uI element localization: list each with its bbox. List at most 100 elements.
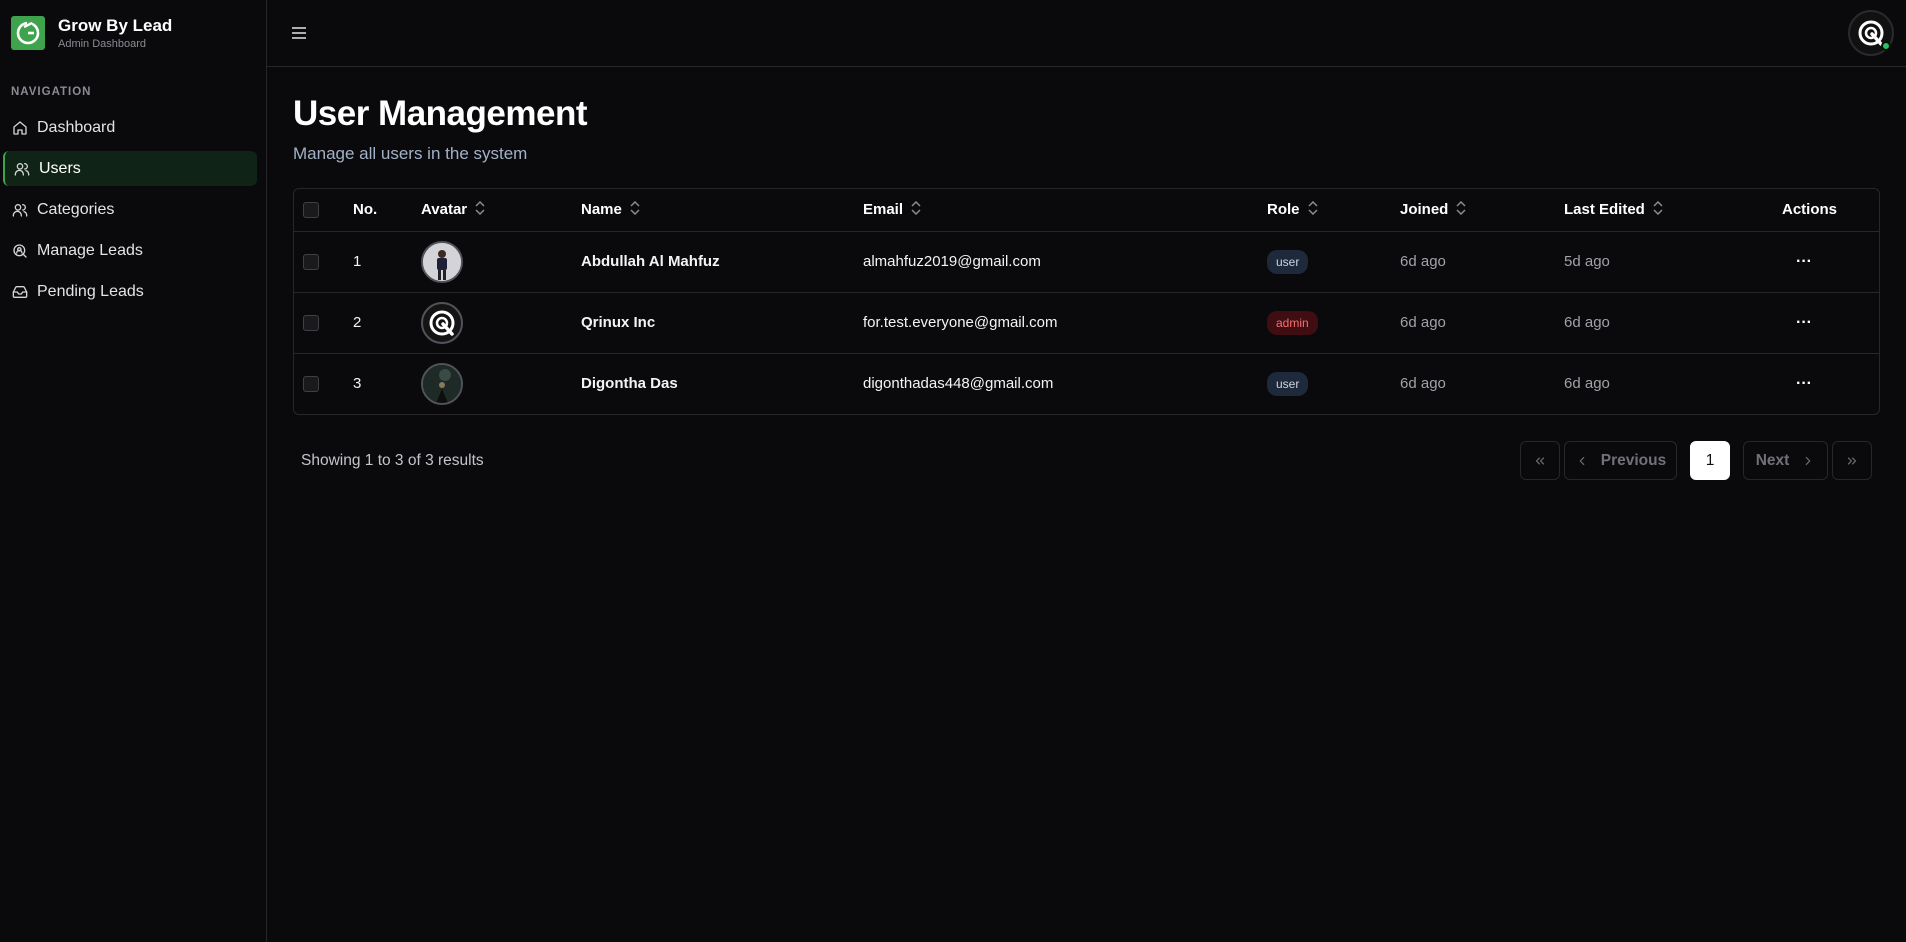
- hamburger-icon[interactable]: [289, 23, 309, 43]
- topbar: [267, 0, 1906, 67]
- table-row: 3 Digontha Das digonthadas448@gmail.com …: [294, 353, 1879, 414]
- person-photo-icon: [423, 364, 461, 403]
- column-header-label: Joined: [1400, 200, 1449, 218]
- users-icon: [14, 162, 30, 176]
- row-checkbox[interactable]: [303, 376, 319, 393]
- column-header-role[interactable]: Role: [1267, 189, 1400, 232]
- grow-by-lead-logo-icon: [11, 16, 45, 50]
- user-avatar: [421, 301, 463, 344]
- online-status-dot: [1881, 41, 1891, 51]
- previous-label: Previous: [1600, 451, 1667, 469]
- users-icon: [12, 203, 28, 217]
- role-badge: user: [1267, 371, 1309, 396]
- chevrons-right-icon: [1847, 457, 1857, 464]
- column-header-label: Role: [1267, 200, 1300, 218]
- last-edited-date: 6d ago: [1564, 375, 1610, 393]
- brand-subtitle: Admin Dashboard: [58, 37, 147, 50]
- sidebar-item-pending-leads[interactable]: Pending Leads: [3, 274, 257, 309]
- row-checkbox[interactable]: [303, 254, 319, 271]
- last-edited-date: 5d ago: [1564, 231, 1782, 293]
- column-header-joined[interactable]: Joined: [1400, 189, 1564, 232]
- page-number: 1: [1705, 451, 1715, 469]
- role-badge: admin: [1267, 310, 1318, 335]
- users-table: No. Avatar Name Email Role Joined Last E…: [294, 189, 1879, 414]
- users-table-container: No. Avatar Name Email Role Joined Last E…: [293, 188, 1880, 415]
- first-page-button[interactable]: [1520, 441, 1560, 480]
- sort-icon[interactable]: [1653, 200, 1663, 219]
- sidebar-item-users[interactable]: Users: [3, 151, 257, 186]
- search-user-icon: [13, 243, 27, 258]
- column-header-name[interactable]: Name: [581, 189, 863, 232]
- more-horizontal-icon[interactable]: ···: [1796, 314, 1812, 332]
- inbox-icon: [12, 285, 28, 298]
- qrinux-logo-icon: [429, 310, 455, 336]
- row-number: 2: [353, 292, 421, 354]
- table-row: 2 Qrinux Inc for.test.everyone@gmail.com: [294, 292, 1879, 354]
- brand-title: Grow By Lead: [58, 15, 173, 35]
- sidebar: Grow By Lead Admin Dashboard NAVIGATION …: [0, 0, 267, 942]
- column-header-last-edited[interactable]: Last Edited: [1564, 189, 1782, 232]
- sidebar-item-label: Pending Leads: [37, 282, 144, 300]
- page-content: User Management Manage all users in the …: [267, 67, 1906, 480]
- table-row: 1 Abdullah Al Mahfuz almahfuz2019@gmail.…: [294, 231, 1879, 293]
- role-badge: user: [1267, 249, 1309, 274]
- row-number: 3: [353, 375, 362, 393]
- column-header-actions: Actions: [1782, 189, 1879, 232]
- sidebar-item-label: Users: [39, 159, 81, 177]
- user-email: for.test.everyone@gmail.com: [863, 292, 1267, 354]
- sidebar-item-manage-leads[interactable]: Manage Leads: [3, 233, 257, 268]
- main-area: User Management Manage all users in the …: [267, 0, 1906, 942]
- column-header-label: Name: [581, 200, 622, 218]
- sort-icon[interactable]: [911, 200, 921, 219]
- joined-date: 6d ago: [1400, 375, 1446, 393]
- page-button-current[interactable]: 1: [1690, 441, 1730, 480]
- more-horizontal-icon[interactable]: ···: [1796, 375, 1812, 393]
- sort-icon[interactable]: [630, 200, 640, 219]
- chevrons-left-icon: [1535, 457, 1545, 464]
- table-header-row: No. Avatar Name Email Role Joined Last E…: [294, 189, 1879, 232]
- user-avatar-button[interactable]: [1848, 10, 1894, 56]
- pagination: Previous 1 Next: [1513, 441, 1872, 480]
- sidebar-item-label: Manage Leads: [37, 241, 143, 259]
- column-header-email[interactable]: Email: [863, 189, 1267, 232]
- more-horizontal-icon[interactable]: ···: [1796, 253, 1812, 271]
- sort-icon[interactable]: [1456, 200, 1466, 219]
- last-page-button[interactable]: [1832, 441, 1872, 480]
- user-name: Abdullah Al Mahfuz: [581, 231, 863, 293]
- user-email: almahfuz2019@gmail.com: [863, 231, 1267, 293]
- app-root: Grow By Lead Admin Dashboard NAVIGATION …: [0, 0, 1906, 942]
- select-all-checkbox[interactable]: [303, 202, 319, 219]
- user-avatar: [421, 362, 463, 405]
- sidebar-nav: Dashboard Users Categories Manage Leads …: [0, 110, 266, 309]
- sort-icon[interactable]: [475, 200, 485, 219]
- user-name: Qrinux Inc: [581, 292, 863, 354]
- chevron-right-icon: [1805, 456, 1811, 465]
- joined-date: 6d ago: [1400, 292, 1564, 354]
- results-summary: Showing 1 to 3 of 3 results: [301, 451, 484, 469]
- sidebar-item-dashboard[interactable]: Dashboard: [3, 110, 257, 145]
- user-email: digonthadas448@gmail.com: [863, 375, 1054, 393]
- user-avatar: [421, 240, 463, 283]
- last-edited-date: 6d ago: [1564, 292, 1782, 354]
- table-footer: Showing 1 to 3 of 3 results Previous 1 N…: [293, 441, 1880, 480]
- user-name: Digontha Das: [581, 375, 678, 393]
- next-page-button[interactable]: Next: [1743, 441, 1828, 480]
- page-subtitle: Manage all users in the system: [293, 144, 528, 163]
- person-photo-icon: [423, 242, 461, 281]
- column-header-avatar[interactable]: Avatar: [421, 189, 581, 232]
- nav-heading: NAVIGATION: [11, 86, 92, 98]
- column-header-label: Email: [863, 200, 904, 218]
- page-title: User Management: [293, 94, 587, 133]
- sidebar-item-label: Categories: [37, 200, 115, 218]
- row-number: 1: [353, 231, 421, 293]
- column-header-label: Avatar: [421, 200, 468, 218]
- previous-page-button[interactable]: Previous: [1564, 441, 1677, 480]
- sidebar-item-label: Dashboard: [37, 118, 116, 136]
- brand[interactable]: Grow By Lead Admin Dashboard: [0, 0, 266, 66]
- sidebar-item-categories[interactable]: Categories: [3, 192, 257, 227]
- column-header-label: Last Edited: [1564, 200, 1645, 218]
- sort-icon[interactable]: [1307, 200, 1318, 219]
- chevron-left-icon: [1579, 456, 1585, 465]
- column-header-no: No.: [353, 189, 421, 232]
- row-checkbox[interactable]: [303, 315, 319, 332]
